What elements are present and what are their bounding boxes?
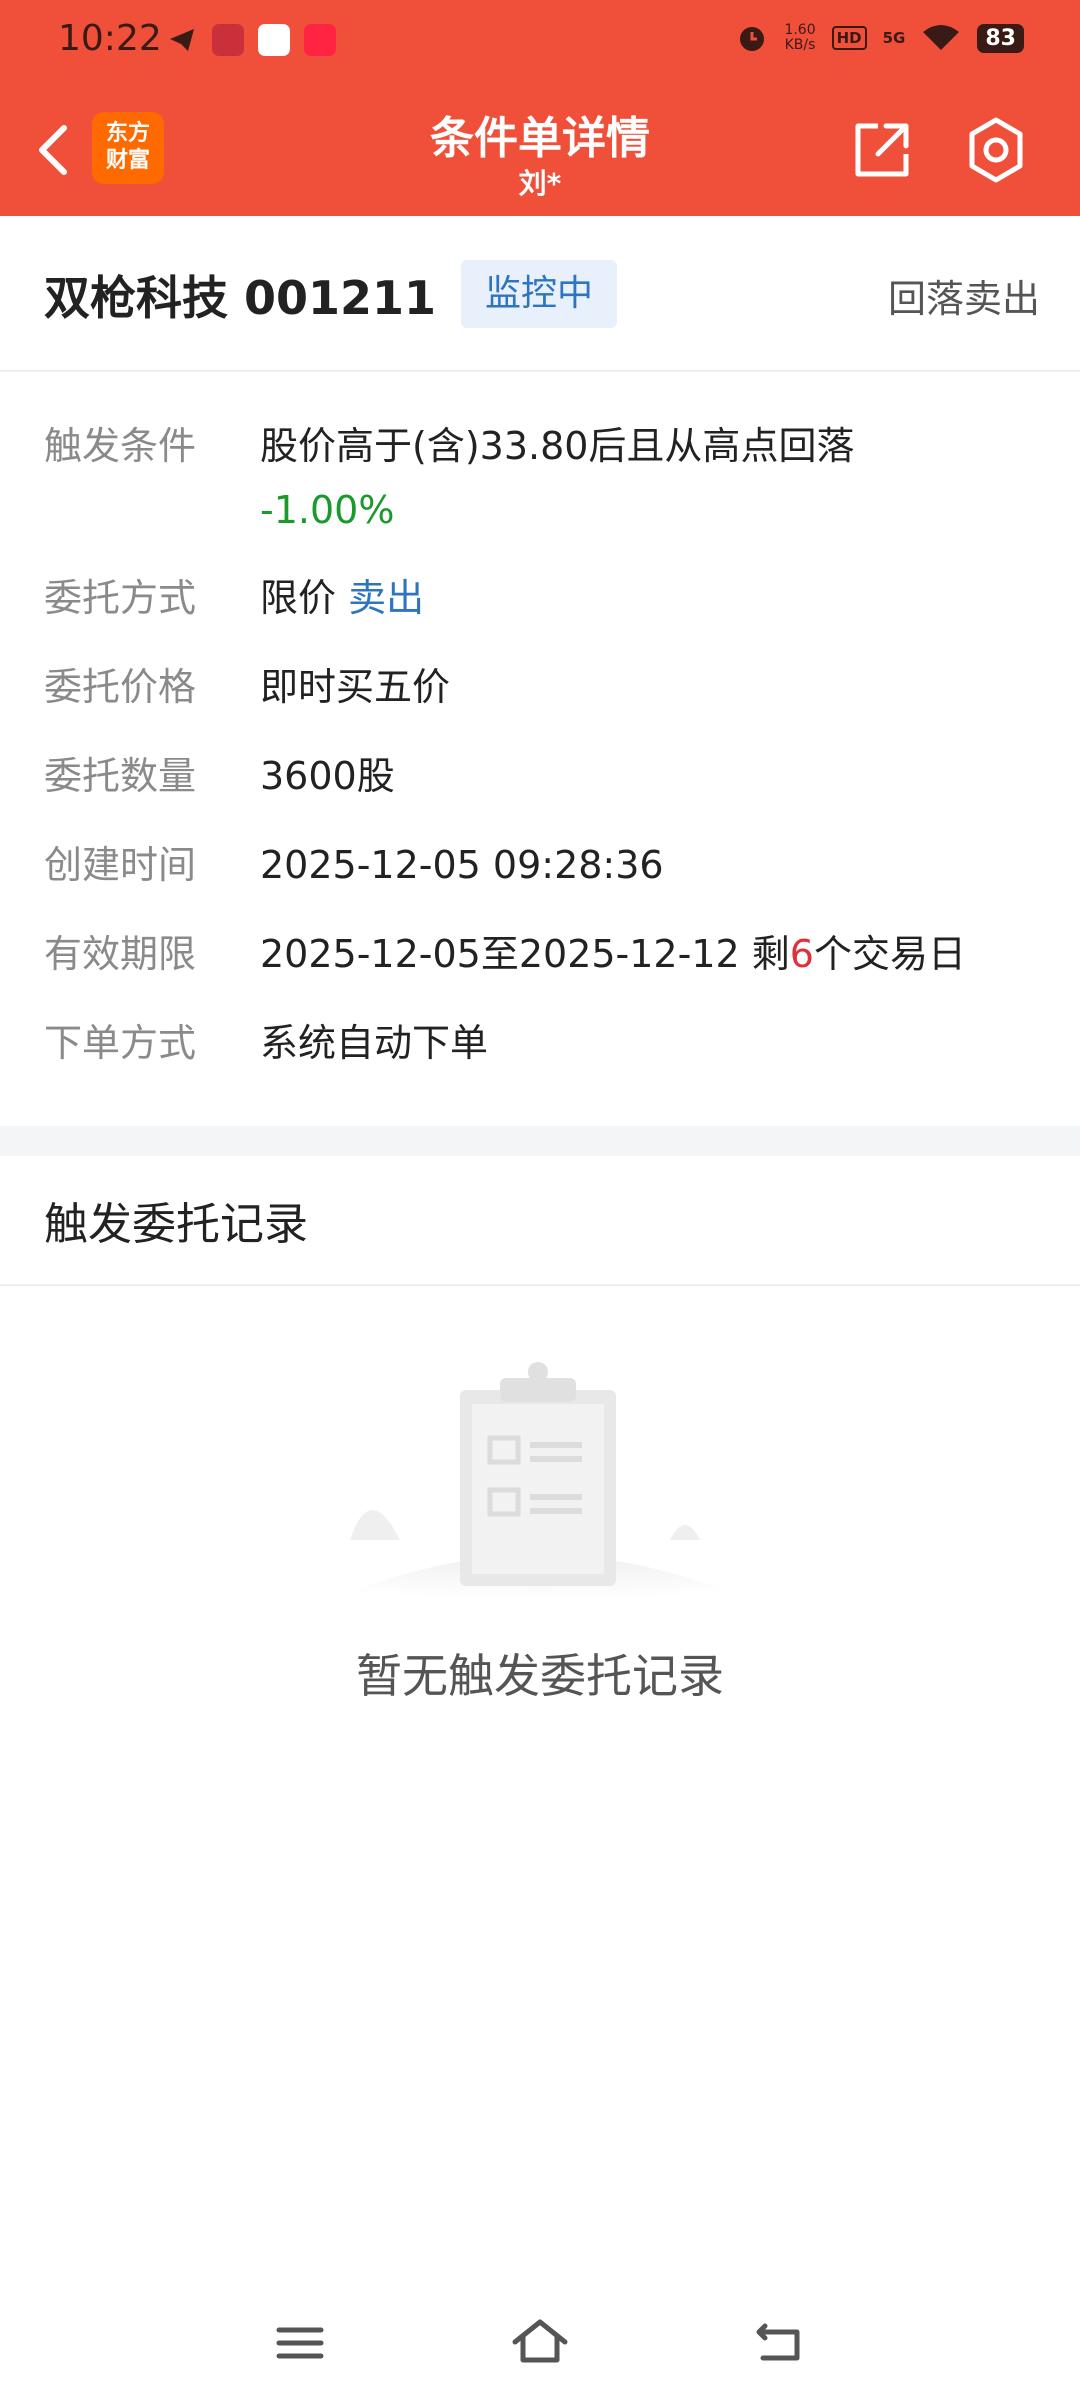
menu-icon bbox=[276, 2327, 324, 2359]
app-notification-icon bbox=[212, 24, 244, 56]
method-value: 限价 卖出 bbox=[260, 566, 1050, 630]
price-value: 即时买五价 bbox=[260, 665, 451, 709]
status-badge: 监控中 bbox=[461, 260, 618, 328]
price-label: 委托价格 bbox=[44, 665, 197, 709]
quantity-label: 委托数量 bbox=[44, 754, 197, 798]
system-nav-bar bbox=[0, 2290, 1080, 2400]
nav-home-button[interactable] bbox=[505, 2312, 575, 2372]
net-speed-unit: KB/s bbox=[784, 37, 816, 53]
alarm-icon bbox=[740, 27, 765, 51]
validity-label: 有效期限 bbox=[44, 932, 197, 976]
status-time: 10:22 bbox=[58, 18, 162, 59]
created-label: 创建时间 bbox=[44, 843, 197, 887]
trigger-condition-text: 股价高于(含)33.80后且从高点回落 bbox=[260, 424, 855, 468]
top-bar: 10:22 1.60 KB/s HD 5G 83 东方 财富 条件单详情 刘* bbox=[0, 0, 1080, 216]
home-icon bbox=[512, 2319, 568, 2363]
signal-5g-icon: 5G bbox=[882, 29, 906, 47]
placement-value: 系统自动下单 bbox=[260, 1021, 489, 1065]
empty-state-text: 暂无触发委托记录 bbox=[356, 1649, 724, 1703]
back-arrow-icon bbox=[756, 2323, 800, 2361]
validity-value: 2025-12-05至2025-12-12 剩6个交易日 bbox=[260, 922, 1050, 986]
nav-menu-button[interactable] bbox=[265, 2312, 335, 2372]
stock-name: 双枪科技 001211 bbox=[44, 271, 437, 325]
order-details: 触发条件 股价高于(含)33.80后且从高点回落 -1.00% 委托方式 限价 … bbox=[0, 374, 1080, 1126]
status-bar: 10:22 1.60 KB/s HD 5G 83 bbox=[0, 0, 1080, 84]
validity-days-left: 6 bbox=[789, 932, 814, 976]
quantity-value: 3600股 bbox=[260, 754, 395, 798]
created-value: 2025-12-05 09:28:36 bbox=[260, 843, 664, 887]
xiaohongshu-icon bbox=[304, 24, 336, 56]
validity-range: 2025-12-05至2025-12-12 剩 bbox=[260, 932, 790, 976]
divider bbox=[0, 1284, 1080, 1286]
validity-suffix: 个交易日 bbox=[813, 932, 966, 976]
status-right: 1.60 KB/s HD 5G 83 bbox=[736, 22, 1024, 54]
trigger-label: 触发条件 bbox=[44, 424, 197, 468]
net-speed: 1.60 KB/s bbox=[784, 23, 815, 53]
share-icon bbox=[855, 123, 909, 177]
page-header: 东方 财富 条件单详情 刘* bbox=[0, 84, 1080, 216]
settings-button[interactable] bbox=[962, 116, 1030, 184]
notification-icons bbox=[166, 24, 336, 56]
method-label: 委托方式 bbox=[44, 576, 197, 620]
section-divider bbox=[0, 1126, 1080, 1156]
page-title: 条件单详情 bbox=[430, 113, 650, 164]
order-type-label: 回落卖出 bbox=[887, 277, 1040, 321]
gear-icon bbox=[969, 117, 1023, 183]
share-button[interactable] bbox=[850, 118, 914, 182]
method-direction: 卖出 bbox=[348, 576, 425, 620]
cloud-app-icon bbox=[258, 24, 290, 56]
placement-label: 下单方式 bbox=[44, 1021, 197, 1065]
battery-indicator: 83 bbox=[977, 23, 1024, 53]
empty-state-illustration bbox=[300, 1360, 780, 1650]
wifi-icon bbox=[923, 25, 960, 50]
net-speed-value: 1.60 bbox=[784, 22, 816, 38]
nav-back-button[interactable] bbox=[745, 2312, 815, 2372]
records-section-title: 触发委托记录 bbox=[44, 1199, 308, 1250]
trigger-value: 股价高于(含)33.80后且从高点回落 -1.00% bbox=[260, 414, 1050, 542]
hd-icon: HD bbox=[831, 26, 867, 50]
method-type: 限价 bbox=[260, 576, 337, 620]
detail-row-trigger: 触发条件 股价高于(含)33.80后且从高点回落 -1.00% bbox=[0, 414, 1080, 544]
stock-summary: 双枪科技 001211 监控中 回落卖出 bbox=[0, 216, 1080, 372]
account-name: 刘* bbox=[518, 167, 562, 200]
telegram-icon bbox=[166, 24, 198, 56]
trigger-pullback-percent: -1.00% bbox=[260, 488, 395, 532]
